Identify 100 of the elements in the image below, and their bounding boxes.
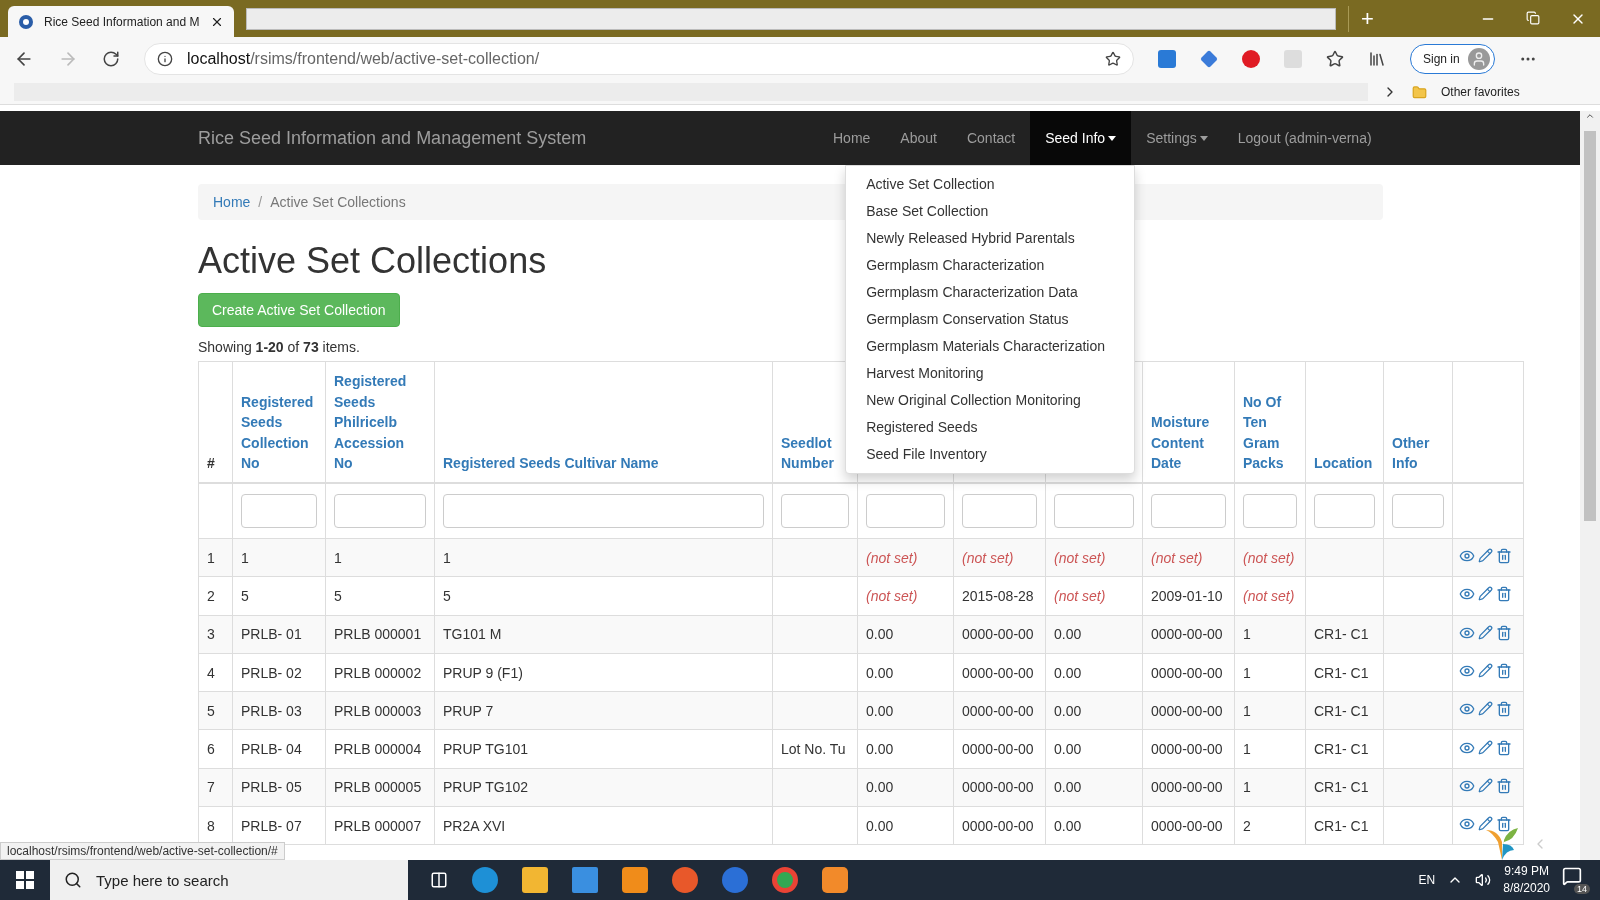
table-cell: 0000-00-00 [1151, 664, 1223, 681]
delete-icon[interactable] [1496, 548, 1512, 565]
table-cell: 1 [1243, 626, 1251, 643]
site-brand[interactable]: Rice Seed Information and Management System [198, 127, 818, 149]
round-app-icon[interactable] [772, 867, 798, 893]
edit-icon[interactable] [1478, 663, 1493, 679]
volume-icon[interactable] [1475, 872, 1492, 888]
scroll-up-icon[interactable] [1585, 111, 1595, 121]
breadcrumb-link[interactable]: Home [213, 194, 251, 210]
column-header-link[interactable]: Registered Seeds Cultivar Name [443, 453, 764, 474]
table-cell: 0000-00-00 [962, 779, 1034, 796]
menu-item[interactable]: New Original Collection Monitoring [846, 387, 1135, 414]
table-cell: CR1- C1 [1314, 664, 1369, 681]
taskbar-search-field[interactable]: Type here to search [50, 860, 408, 900]
table-cell: CR1- C1 [1314, 741, 1369, 758]
table-cell: 0.00 [1054, 741, 1082, 758]
filter-field[interactable] [866, 493, 945, 528]
menu-item[interactable]: Germplasm Characterization [846, 252, 1135, 279]
menu-item[interactable]: Newly Released Hybrid Parentals [846, 225, 1135, 252]
scrollbar[interactable] [1580, 111, 1600, 860]
language-indicator[interactable]: EN [1418, 873, 1436, 887]
table-cell: 0000-00-00 [962, 702, 1034, 719]
app-icon[interactable] [722, 867, 748, 893]
filter-field[interactable] [334, 493, 426, 528]
edit-icon[interactable] [1478, 586, 1493, 602]
nav-link[interactable]: Logout (admin-verna) [1222, 111, 1387, 165]
filter-field[interactable] [241, 493, 317, 528]
edit-icon[interactable] [1478, 548, 1493, 564]
delete-icon[interactable] [1496, 739, 1512, 756]
table-cell: TG101 M [443, 626, 502, 643]
menu-item[interactable]: Registered Seeds [846, 414, 1135, 441]
edit-icon[interactable] [1478, 816, 1493, 832]
filter-field[interactable] [781, 493, 849, 528]
filter-field[interactable] [1392, 493, 1444, 528]
delete-icon[interactable] [1496, 663, 1512, 680]
edit-icon[interactable] [1478, 701, 1493, 717]
table-cell: CR1- C1 [1314, 779, 1369, 796]
table-cell: 0.00 [1054, 664, 1082, 681]
nav-link[interactable]: Contact [951, 111, 1031, 165]
column-header: # [207, 454, 216, 473]
filter-field[interactable] [1314, 493, 1375, 528]
new-tab-button[interactable]: + [1348, 5, 1386, 32]
address-field[interactable]: localhost/rsims/frontend/web/active-set-collection/ [144, 42, 1134, 75]
table-cell: 2 [207, 587, 215, 604]
browser-tab[interactable]: Rice Seed Information and M [8, 6, 234, 37]
app-icon[interactable] [822, 867, 848, 893]
nav-link[interactable]: Seed Info [1030, 111, 1132, 165]
extension-icon[interactable] [1242, 49, 1260, 68]
table-cell: (not set) [1151, 549, 1203, 566]
task-view-icon[interactable] [430, 871, 448, 889]
edit-icon[interactable] [1478, 739, 1493, 755]
delete-icon[interactable] [1496, 701, 1512, 718]
caret-icon [1108, 135, 1117, 141]
delete-icon[interactable] [1496, 777, 1512, 794]
table-cell: (not set) [1054, 587, 1106, 604]
extension-icon[interactable] [1158, 49, 1176, 68]
table-cell: 0.00 [866, 664, 894, 681]
other-favorites-link[interactable]: Other favorites [1441, 85, 1520, 99]
delete-icon[interactable] [1496, 624, 1512, 641]
table-cell: 0000-00-00 [962, 664, 1034, 681]
restore-icon[interactable] [1526, 10, 1540, 25]
table-cell: (not set) [1243, 549, 1295, 566]
table-cell: PRUP 9 (F1) [443, 664, 523, 681]
menu-item[interactable]: Base Set Collection [846, 198, 1135, 225]
favorites-icon[interactable] [1326, 49, 1344, 68]
table-cell: 7 [207, 779, 215, 796]
nav-link[interactable]: Home [818, 111, 886, 165]
nav-link[interactable]: Settings [1131, 111, 1223, 165]
sign-in-button[interactable]: Sign in [1410, 43, 1495, 74]
table-cell: 0000-00-00 [1151, 817, 1223, 834]
table-cell: (not set) [962, 549, 1014, 566]
edit-icon[interactable] [1478, 624, 1493, 640]
filter-field[interactable] [962, 493, 1037, 528]
filter-field[interactable] [1151, 493, 1226, 528]
filter-field[interactable] [1054, 493, 1134, 528]
table-cell: PRLB- 05 [241, 779, 302, 796]
filter-field[interactable] [1243, 493, 1297, 528]
menu-item[interactable]: Germplasm Characterization Data [846, 279, 1135, 306]
collections-icon[interactable] [1368, 49, 1386, 68]
delete-icon[interactable] [1496, 816, 1512, 833]
table-cell: 0.00 [866, 741, 894, 758]
column-header-link[interactable]: Location [1314, 453, 1375, 474]
table-cell: PRLB- 03 [241, 702, 302, 719]
table-cell: PRLB 000003 [334, 702, 422, 719]
menu-item[interactable]: Germplasm Conservation Status [846, 306, 1135, 333]
menu-item[interactable]: Germplasm Materials Characterization [846, 333, 1135, 360]
star-icon[interactable] [1105, 50, 1121, 67]
menu-item[interactable]: Active Set Collection [846, 171, 1135, 198]
edit-icon[interactable] [1478, 777, 1493, 793]
menu-item[interactable]: Seed File Inventory [846, 441, 1135, 468]
table-cell: 0.00 [866, 702, 894, 719]
menu-item[interactable]: Harvest Monitoring [846, 360, 1135, 387]
refresh-icon[interactable] [102, 49, 120, 68]
nav-link[interactable]: About [885, 111, 952, 165]
delete-icon[interactable] [1496, 586, 1512, 603]
filter-field[interactable] [443, 493, 764, 528]
table-cell: 0000-00-00 [1151, 626, 1223, 643]
table-cell: 0.00 [866, 626, 894, 643]
folder-icon [1412, 84, 1427, 100]
clock[interactable]: 9:49 PM 8/8/2020 [1503, 863, 1550, 897]
